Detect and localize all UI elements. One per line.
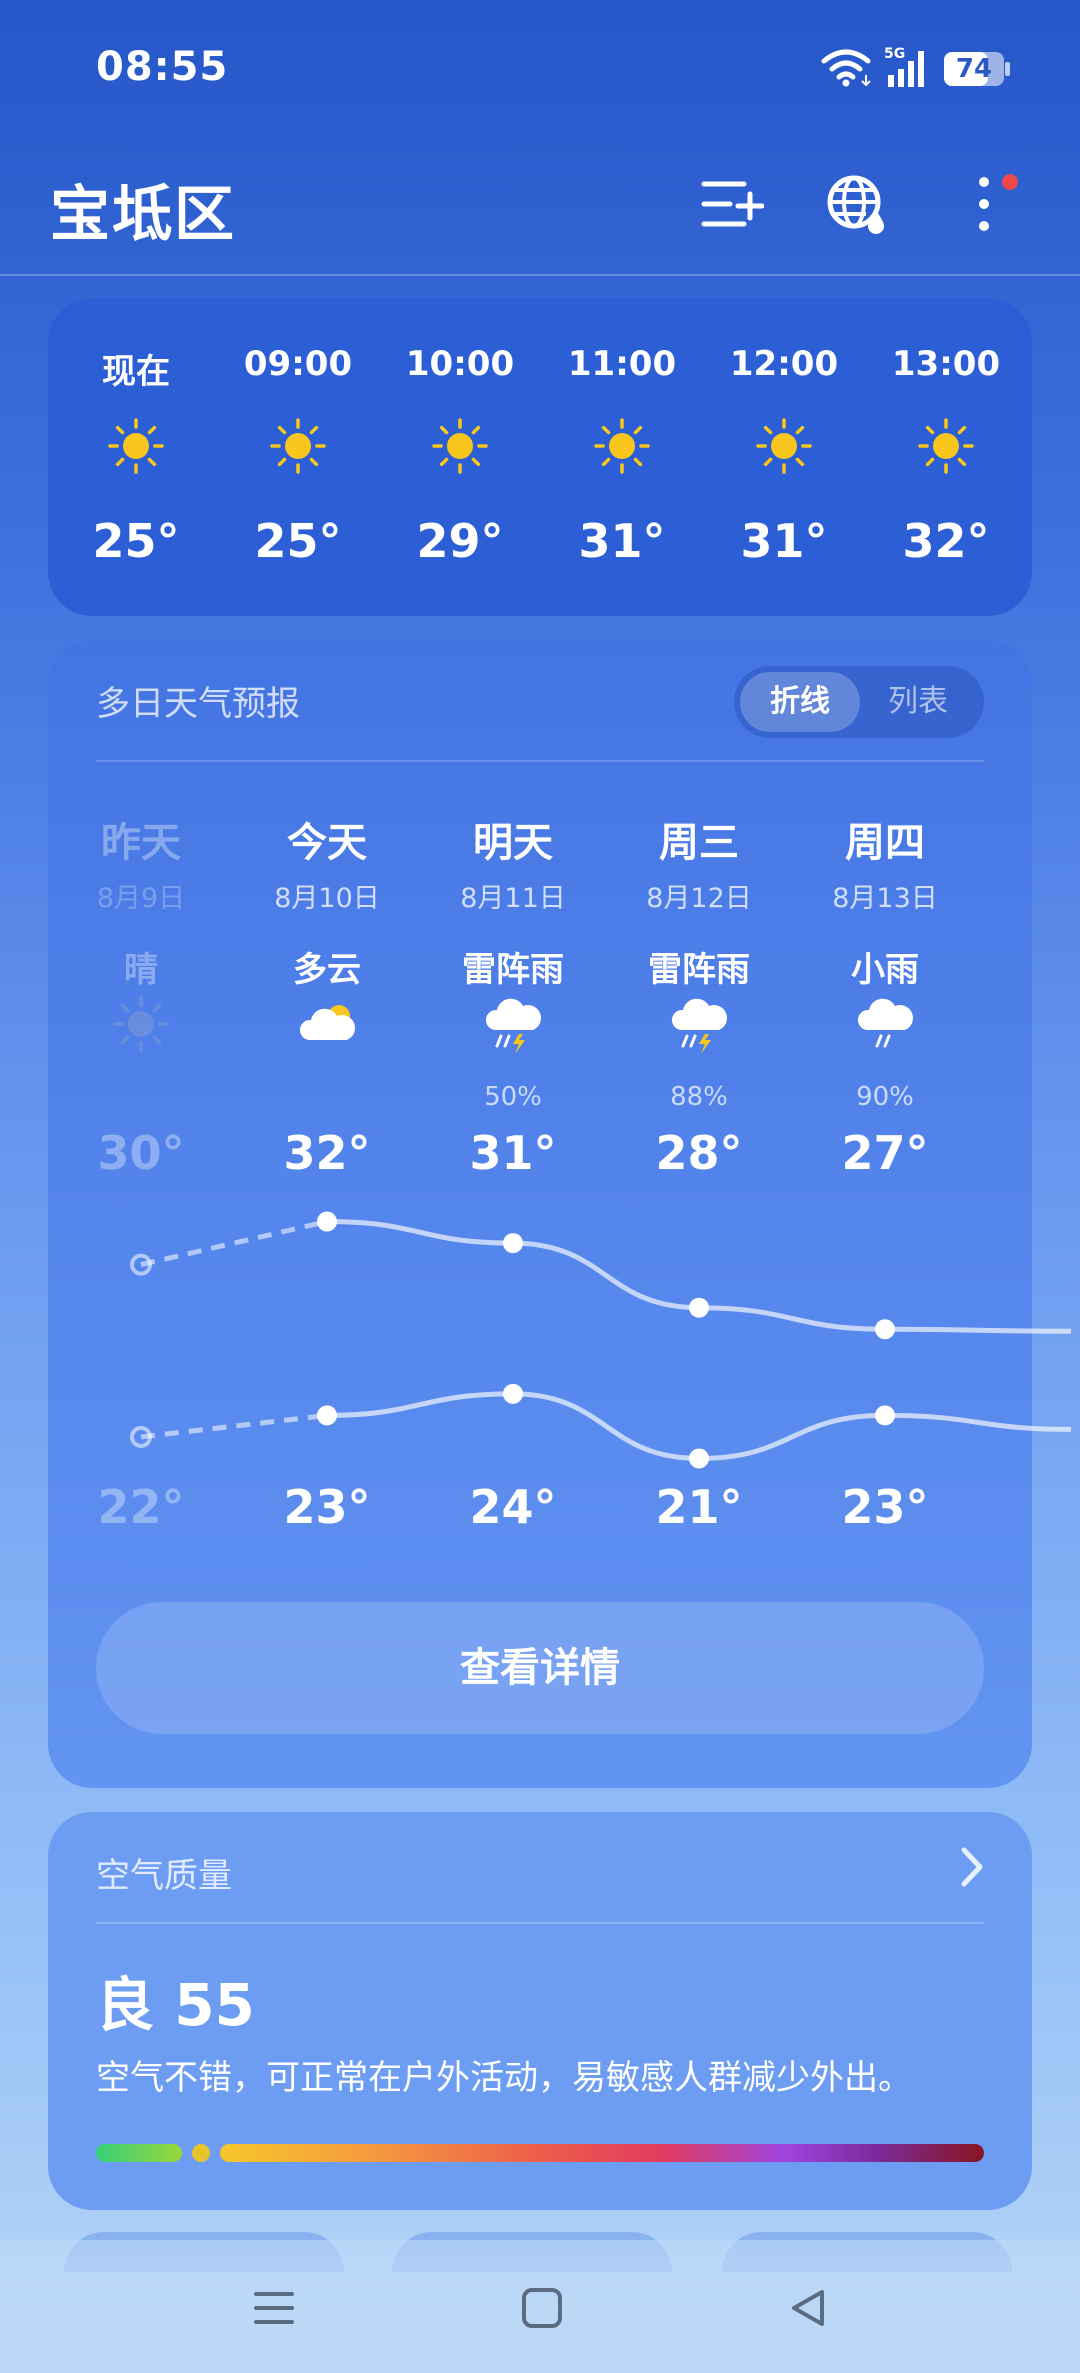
air-quality-title: 空气质量 <box>96 1856 232 1896</box>
more-menu-icon <box>974 172 994 240</box>
low-temp-past-line <box>140 1412 328 1440</box>
home-button[interactable] <box>502 2270 582 2350</box>
air-quality-value: 良 55 <box>96 1971 255 2039</box>
hour-item[interactable]: 12:00 31° <box>704 298 864 616</box>
hour-time: 09:00 <box>243 344 353 384</box>
more-menu-button[interactable] <box>944 166 1024 246</box>
sun-icon <box>106 416 166 476</box>
battery-level: 74 <box>955 54 993 84</box>
status-time: 08:55 <box>96 44 229 90</box>
menu-button[interactable] <box>234 2270 314 2350</box>
battery-cap <box>1005 62 1010 76</box>
status-icons: 5G 74 <box>820 44 1010 94</box>
aqi-scale-good-segment <box>96 2144 182 2162</box>
sun-icon <box>592 416 652 476</box>
high-temp-past-line <box>140 1219 328 1268</box>
add-city-button[interactable] <box>692 166 772 246</box>
high-temp-point <box>317 1211 337 1232</box>
air-quality-description: 空气不错，可正常在户外活动，易敏感人群减少外出。 <box>96 2058 912 2098</box>
hour-temp: 31° <box>578 514 666 568</box>
app-header: 宝坻区 <box>0 140 1080 276</box>
sun-icon <box>430 416 490 476</box>
hour-item[interactable]: 11:00 31° <box>542 298 702 616</box>
hour-time: 现在 <box>102 352 170 392</box>
hour-temp: 29° <box>416 514 504 568</box>
air-quality-card[interactable]: 空气质量 良 55 空气不错，可正常在户外活动，易敏感人群减少外出。 <box>48 1812 1032 2210</box>
menu-icon <box>252 2288 296 2332</box>
globe-rain-icon <box>826 172 890 240</box>
high-temp-point <box>875 1319 895 1340</box>
cellular-signal-icon: 5G <box>884 45 932 93</box>
hour-time: 13:00 <box>891 344 1001 384</box>
back-icon <box>786 2286 830 2334</box>
hour-item[interactable]: 现在 25° <box>56 298 216 616</box>
hour-item[interactable]: 10:00 29° <box>380 298 540 616</box>
sun-icon <box>268 416 328 476</box>
hour-item[interactable]: 09:00 25° <box>218 298 378 616</box>
multi-day-forecast-card: 多日天气预报 折线 列表 昨天 8月9日 晴 30° 22° 今天 8月10日 … <box>48 640 1072 1788</box>
back-button[interactable] <box>768 2270 848 2350</box>
hour-temp: 32° <box>902 514 990 568</box>
hourly-forecast-card[interactable]: 现在 25° 09:00 25° 10:00 29° 11:00 31° 12:… <box>48 298 1032 616</box>
hour-time: 12:00 <box>729 344 839 384</box>
global-weather-button[interactable] <box>818 166 898 246</box>
system-nav-bar <box>0 2240 1080 2373</box>
low-temp-point <box>689 1448 709 1469</box>
home-icon <box>520 2286 564 2334</box>
sun-icon <box>916 416 976 476</box>
low-temp-point <box>317 1405 337 1426</box>
add-list-icon <box>700 176 765 236</box>
hour-temp: 31° <box>740 514 828 568</box>
air-quality-scale <box>96 2144 984 2162</box>
aqi-current-marker <box>192 2144 210 2162</box>
low-temp-point <box>875 1405 895 1426</box>
city-title[interactable]: 宝坻区 <box>50 166 236 253</box>
hour-time: 11:00 <box>567 344 677 384</box>
wifi-icon <box>820 47 872 91</box>
battery-icon: 74 <box>944 52 1010 86</box>
hour-item[interactable]: 13:00 32° <box>866 298 1026 616</box>
hour-temp: 25° <box>92 514 180 568</box>
notification-dot <box>1002 174 1018 190</box>
high-temp-point <box>503 1233 523 1254</box>
hour-time: 10:00 <box>405 344 515 384</box>
low-temp-point <box>503 1383 523 1404</box>
aqi-scale-gradient <box>220 2144 984 2162</box>
status-bar: 08:55 5G 74 <box>0 0 1080 140</box>
sun-icon <box>754 416 814 476</box>
hour-temp: 25° <box>254 514 342 568</box>
divider <box>96 1922 984 1924</box>
high-temp-point <box>689 1297 709 1318</box>
view-details-button[interactable]: 查看详情 <box>96 1602 984 1734</box>
network-type-label: 5G <box>884 46 905 62</box>
chevron-right-icon[interactable] <box>952 1842 992 1892</box>
